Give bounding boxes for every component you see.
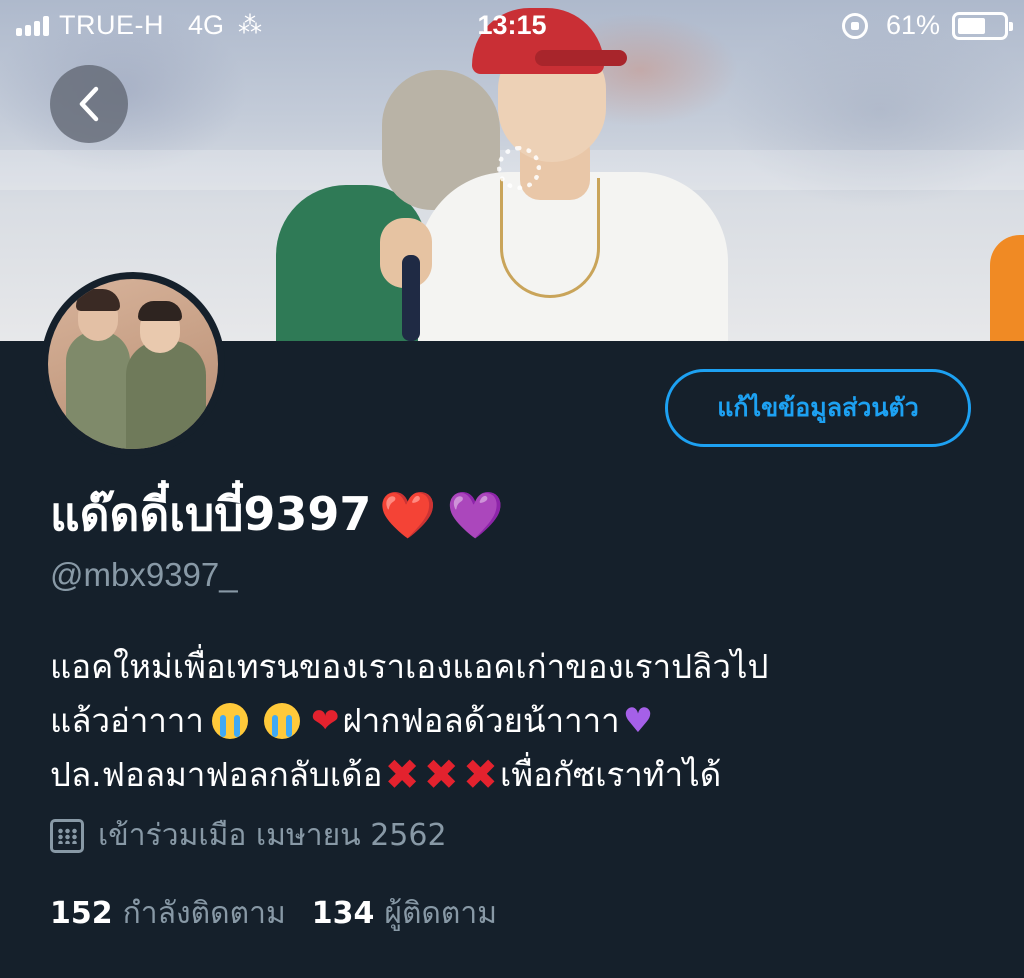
- avatar-image: [48, 279, 218, 449]
- purple-heart-icon: ♥: [622, 701, 654, 741]
- spinner-icon: [497, 146, 541, 190]
- avatar-person-right-hair: [138, 301, 182, 321]
- bio-text: แล้วอ่าาาา: [50, 701, 204, 740]
- name-emojis: ❤️ 💜: [379, 492, 504, 538]
- edit-profile-button[interactable]: แก้ไขข้อมูลส่วนตัว: [665, 369, 971, 447]
- calendar-icon: [50, 818, 84, 853]
- battery-level: [958, 17, 985, 34]
- crying-face-icon: [263, 703, 300, 739]
- follow-counts: 152 กำลังติดตาม 134 ผู้ติดตาม: [50, 890, 523, 937]
- profile-avatar[interactable]: [41, 272, 225, 456]
- bio-text: ปล.ฟอลมาฟอลกลับเด้อ: [50, 755, 383, 794]
- status-bar-right: 61%: [841, 10, 1013, 41]
- bio-line-2: แล้วอ่าาาา ❤ ฝากฟอลด้วยน้าาาา ♥: [50, 694, 980, 748]
- battery-icon: [952, 11, 1013, 40]
- joined-date-text: เข้าร่วมเมือ เมษายน 2562: [98, 818, 447, 853]
- bio-line-1: แอคใหม่เพื่อเทรนของเราเองแอคเก่าของเราปล…: [50, 640, 980, 694]
- bio-text: แอคใหม่เพื่อเทรนของเราเองแอคเก่าของเราปล…: [50, 647, 769, 686]
- display-name-text: แด๊ดดี๋เบบี๋9397: [50, 487, 372, 541]
- avatar-person-right: [126, 341, 206, 449]
- orientation-lock-icon: [841, 12, 868, 39]
- following-label[interactable]: กำลังติดตาม: [123, 890, 286, 937]
- banner-microphone: [402, 255, 420, 341]
- profile-handle: @mbx9397_: [50, 556, 238, 593]
- avatar-person-left: [66, 331, 130, 449]
- red-heart-icon: ❤️: [379, 487, 437, 542]
- banner-orange-shape: [990, 235, 1024, 341]
- red-heart-icon: ❤: [310, 701, 340, 741]
- chevron-left-icon: [79, 86, 99, 122]
- cross-mark-icon: ✖: [423, 750, 459, 799]
- following-count[interactable]: 152: [50, 896, 113, 931]
- purple-heart-icon: 💜: [446, 487, 504, 542]
- joined-date: เข้าร่วมเมือ เมษายน 2562: [50, 812, 447, 859]
- cross-mark-icon: ✖: [462, 750, 499, 799]
- profile-display-name: แด๊ดดี๋เบบี๋9397 ❤️ 💜: [50, 478, 504, 551]
- crying-face-icon: [211, 703, 248, 739]
- bio-text: ฝากฟอลด้วยน้าาาา: [342, 701, 620, 740]
- followers-count[interactable]: 134: [312, 896, 375, 931]
- back-button[interactable]: [50, 65, 128, 143]
- followers-label[interactable]: ผู้ติดตาม: [384, 890, 497, 937]
- banner-red-cap-brim: [535, 50, 627, 66]
- cross-mark-icon: ✖: [384, 750, 420, 799]
- battery-percent: 61%: [885, 10, 940, 40]
- bio-line-3: ปล.ฟอลมาฟอลกลับเด้อ ✖ ✖ ✖ เพื่อกัซเราทำไ…: [50, 748, 980, 802]
- bio-text: เพื่อกัซเราทำได้: [500, 755, 722, 794]
- profile-bio: แอคใหม่เพื่อเทรนของเราเองแอคเก่าของเราปล…: [50, 640, 980, 802]
- avatar-person-left-hair: [76, 289, 120, 311]
- banner-necklace: [500, 178, 600, 298]
- status-bar: TRUE-H 4G ⁂ 13:15 61%: [0, 0, 1024, 52]
